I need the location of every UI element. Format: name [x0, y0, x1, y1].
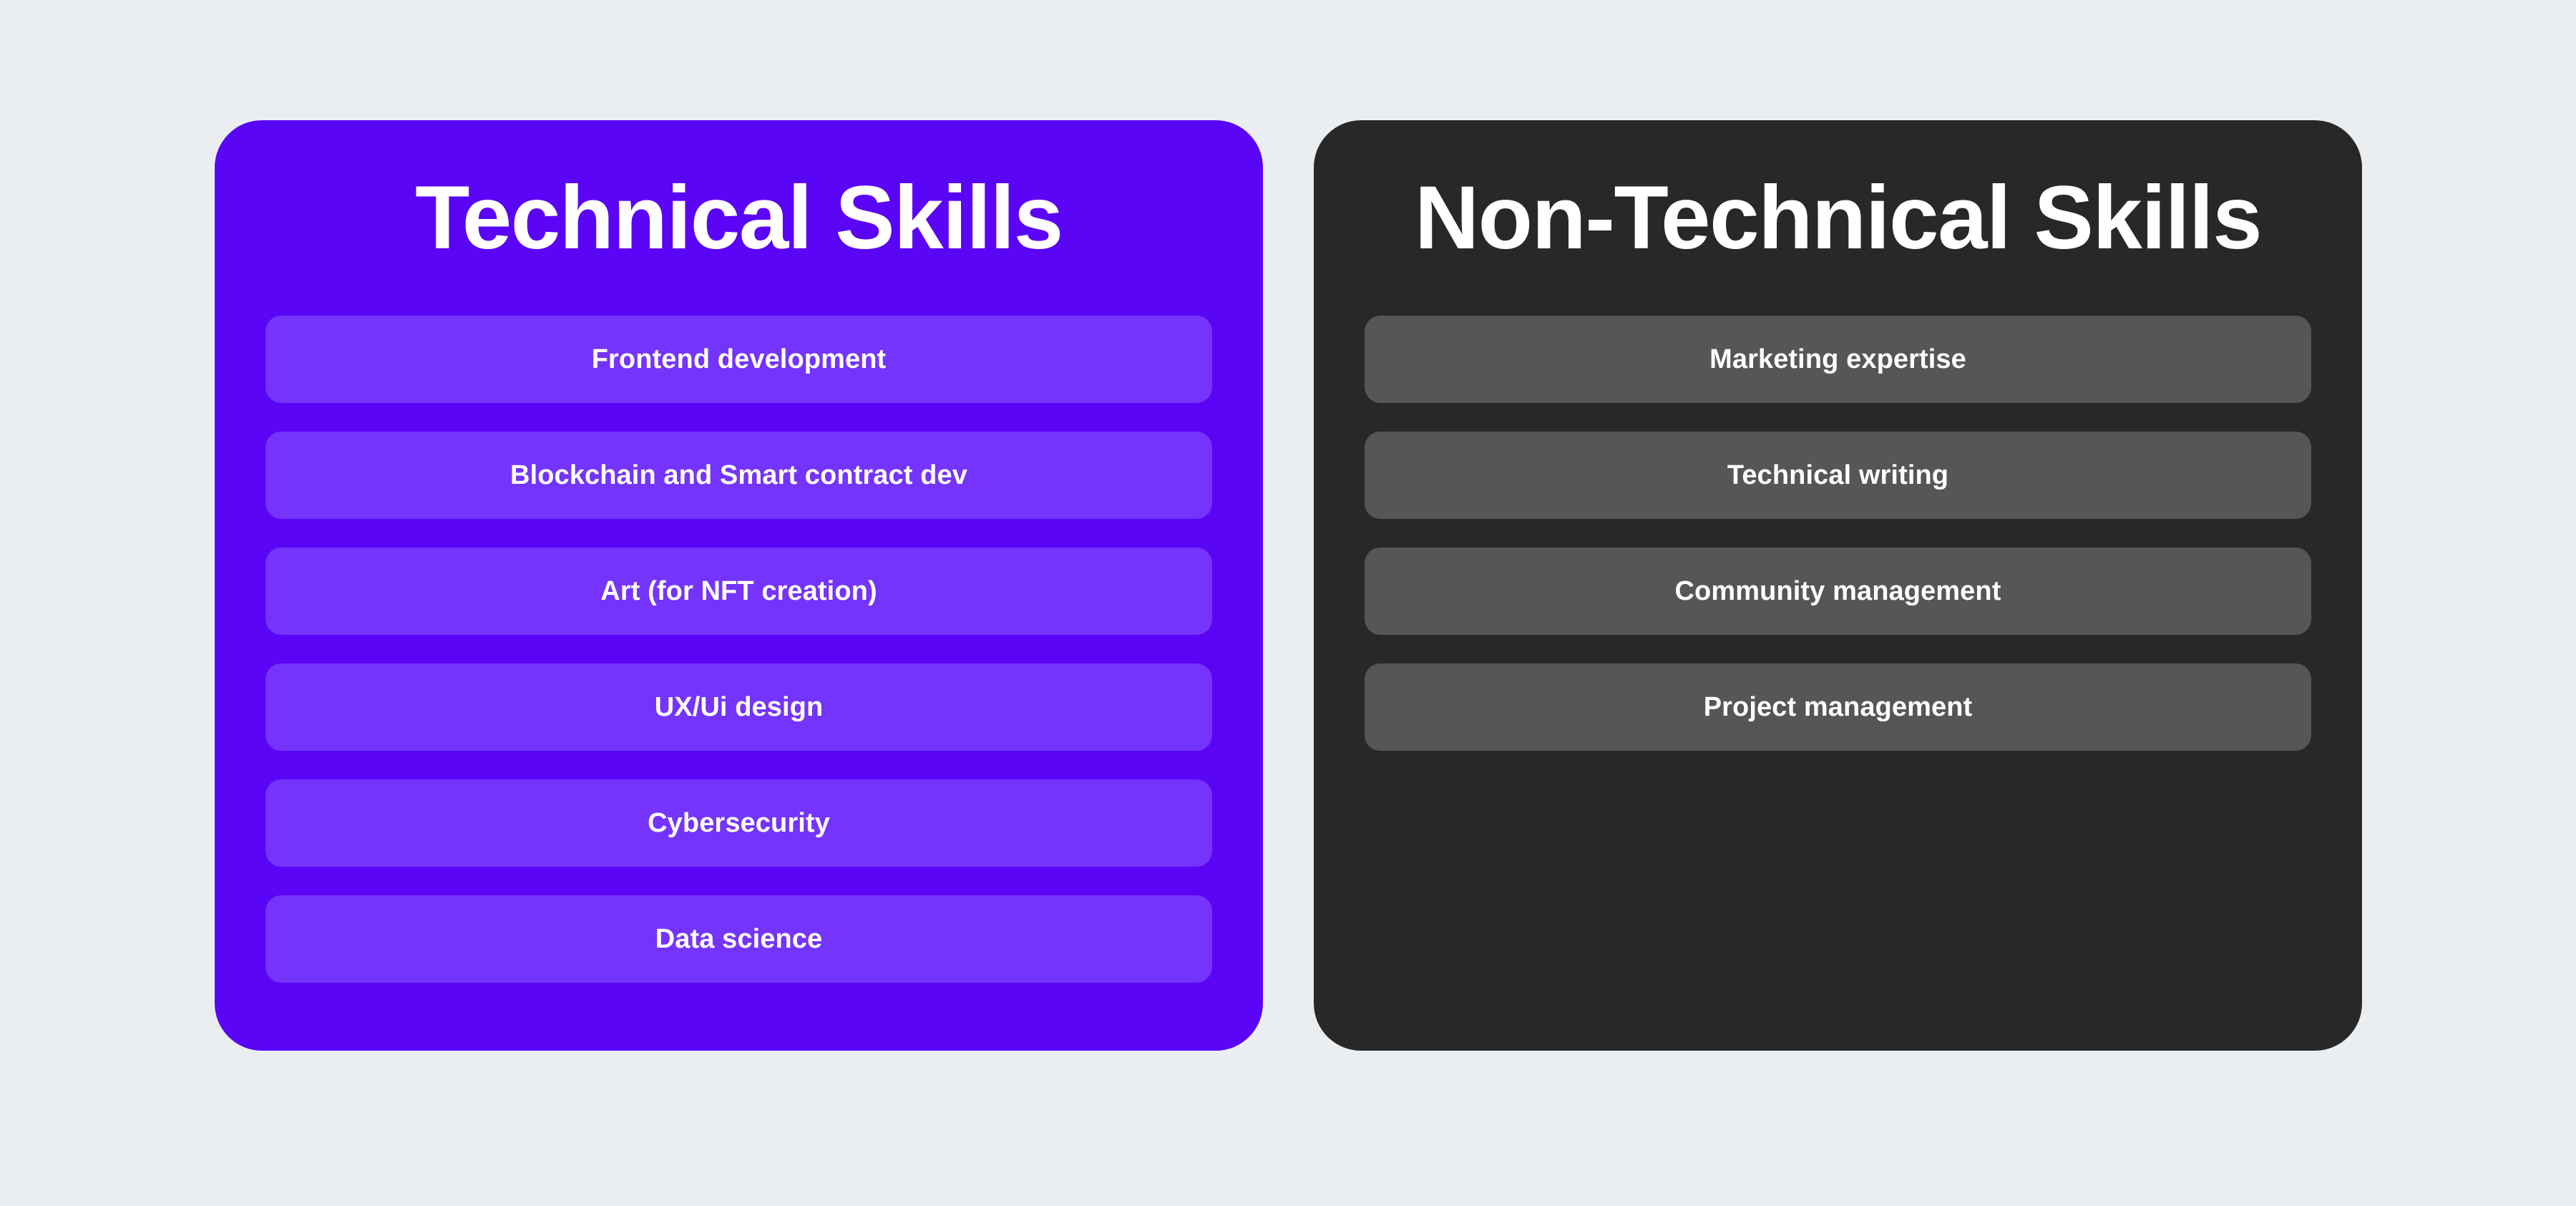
technical-skill-pill[interactable]: Blockchain and Smart contract dev — [265, 432, 1212, 519]
technical-skill-label: UX/Ui design — [654, 691, 824, 722]
non-technical-skills-list: Marketing expertise Technical writing Comm… — [1365, 316, 2311, 751]
technical-skill-label: Blockchain and Smart contract dev — [510, 459, 967, 490]
non-technical-skill-pill[interactable]: Project management — [1365, 663, 2311, 751]
technical-skill-pill[interactable]: Art (for NFT creation) — [265, 548, 1212, 635]
technical-skill-pill[interactable]: UX/Ui design — [265, 663, 1212, 751]
technical-skill-label: Art (for NFT creation) — [600, 575, 877, 606]
non-technical-skill-pill[interactable]: Technical writing — [1365, 432, 2311, 519]
non-technical-skill-pill[interactable]: Community management — [1365, 548, 2311, 635]
technical-skills-list: Frontend development Blockchain and Smart… — [265, 316, 1212, 983]
technical-skill-pill[interactable]: Frontend development — [265, 316, 1212, 403]
skills-comparison-board: Technical Skills Frontend development Blo… — [0, 0, 2576, 1206]
non-technical-skills-card: Non-Technical Skills Marketing expertise… — [1314, 120, 2362, 1051]
non-technical-skill-label: Project management — [1703, 691, 1973, 722]
technical-skill-label: Cybersecurity — [648, 807, 830, 838]
non-technical-skill-label: Marketing expertise — [1709, 344, 1966, 374]
technical-skill-label: Data science — [655, 923, 823, 954]
non-technical-skill-label: Technical writing — [1727, 459, 1949, 490]
non-technical-skill-pill[interactable]: Marketing expertise — [1365, 316, 2311, 403]
technical-skill-pill[interactable]: Cybersecurity — [265, 779, 1212, 867]
technical-skill-label: Frontend development — [591, 344, 887, 374]
technical-skill-pill[interactable]: Data science — [265, 895, 1212, 983]
non-technical-skill-label: Community management — [1674, 575, 2001, 606]
technical-skills-title: Technical Skills — [415, 168, 1063, 268]
non-technical-skills-title: Non-Technical Skills — [1414, 168, 2263, 268]
technical-skills-card: Technical Skills Frontend development Blo… — [215, 120, 1263, 1051]
